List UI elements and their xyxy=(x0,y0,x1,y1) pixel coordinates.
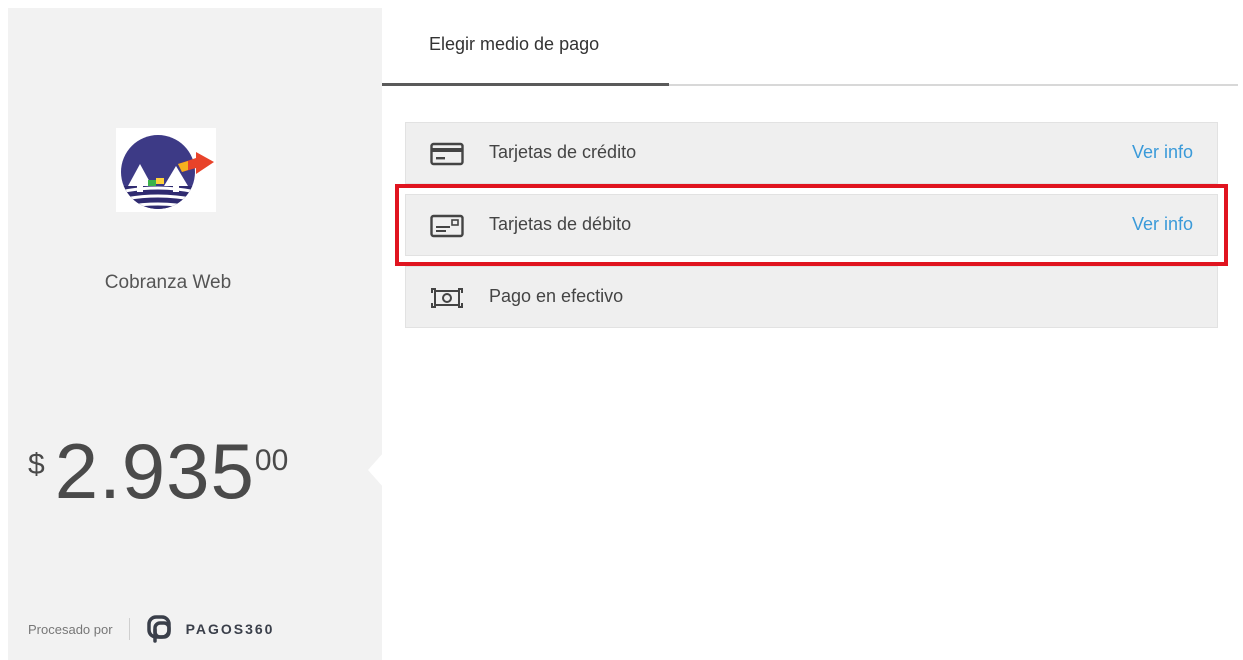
ver-info-link[interactable]: Ver info xyxy=(1132,142,1193,163)
payment-tabs: Elegir medio de pago xyxy=(382,8,1238,86)
tab-label: Elegir medio de pago xyxy=(429,34,600,54)
panel-pointer xyxy=(368,452,384,488)
currency-symbol: $ xyxy=(28,448,45,481)
payment-method-debit-card[interactable]: Tarjetas de débito Ver info xyxy=(395,184,1228,266)
divider xyxy=(128,618,130,640)
pagos360-logo-icon xyxy=(146,615,171,643)
processed-label: Procesado por xyxy=(28,621,113,637)
payment-method-cash[interactable]: Pago en efectivo xyxy=(405,266,1218,328)
method-label: Pago en efectivo xyxy=(489,286,624,306)
merchant-logo xyxy=(116,128,216,212)
ver-info-link[interactable]: Ver info xyxy=(1132,214,1193,235)
merchant-name: Cobranza Web xyxy=(104,272,232,293)
credit-card-icon xyxy=(430,142,464,166)
merchant-logo-image xyxy=(121,135,214,209)
brand-name: PAGOS360 xyxy=(185,621,275,637)
amount-cents: 00 xyxy=(254,444,289,477)
order-summary-panel: Cobranza Web $2.93500 Procesado por PAGO… xyxy=(8,8,382,660)
tabs-divider xyxy=(669,84,1238,86)
method-label: Tarjetas de débito xyxy=(489,214,632,234)
processed-by: Procesado por PAGOS360 xyxy=(28,614,274,644)
cash-icon xyxy=(431,288,463,308)
debit-card-icon xyxy=(430,214,464,238)
payment-methods-list: Tarjetas de crédito Ver info Tarjetas de… xyxy=(395,122,1228,338)
amount-integer: 2.935 xyxy=(54,427,255,515)
pagos360-brand: PAGOS360 xyxy=(146,614,275,644)
tab-choose-payment-method[interactable]: Elegir medio de pago xyxy=(382,8,669,86)
method-label: Tarjetas de crédito xyxy=(489,142,637,162)
payment-method-credit-card[interactable]: Tarjetas de crédito Ver info xyxy=(405,122,1218,184)
total-amount: $2.93500 xyxy=(28,426,288,517)
